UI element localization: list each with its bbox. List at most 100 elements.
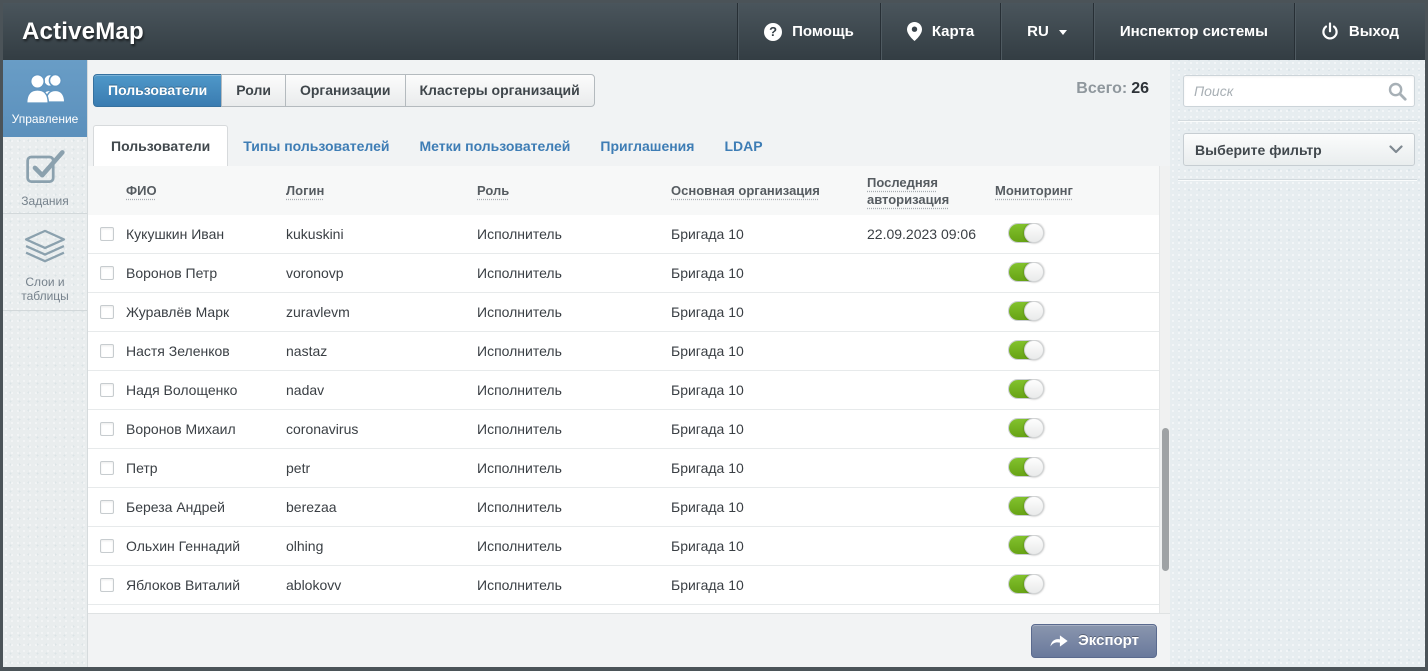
table-row[interactable]: Ольхин Геннадий olhing Исполнитель Брига… [88,527,1170,566]
table-row[interactable]: Журавлёв Марк zuravlevm Исполнитель Бриг… [88,293,1170,332]
subtab-ldap[interactable]: LDAP [709,125,777,166]
row-checkbox[interactable] [100,227,114,241]
power-icon [1321,22,1339,41]
monitoring-toggle[interactable] [1008,418,1044,438]
table-row[interactable]: Береза Андрей berezaa Исполнитель Бригад… [88,488,1170,527]
table-row[interactable]: Настя Зеленков nastaz Исполнитель Бригад… [88,332,1170,371]
cell-login: ablokovv [286,577,477,593]
cell-login: nadav [286,382,477,398]
column-header-role[interactable]: Роль [477,183,509,198]
table-row[interactable]: Надя Волощенко nadav Исполнитель Бригада… [88,371,1170,410]
subtab-user-types[interactable]: Типы пользователей [228,125,404,166]
cell-fio: Ольхин Геннадий [126,538,286,554]
system-inspector-label: Инспектор системы [1120,23,1268,40]
tab-users[interactable]: Пользователи [93,74,222,107]
tab-organization-clusters[interactable]: Кластеры организаций [405,74,595,107]
map-menu-item[interactable]: Карта [880,3,1000,60]
monitoring-toggle[interactable] [1008,457,1044,477]
row-checkbox[interactable] [100,461,114,475]
cell-last-auth: 22.09.2023 09:06 [867,226,995,242]
cell-login: berezaa [286,499,477,515]
total-label: Всего: [1076,80,1127,97]
subtab-users[interactable]: Пользователи [93,125,228,166]
monitoring-toggle[interactable] [1008,496,1044,516]
system-inspector-menu-item[interactable]: Инспектор системы [1093,3,1294,60]
subtab-invitations[interactable]: Приглашения [585,125,709,166]
total-value: 26 [1131,80,1149,97]
column-header-last-auth[interactable]: Последняя авторизация [867,174,981,208]
cell-login: petr [286,460,477,476]
sidebar-item-management[interactable]: Управление [3,60,87,137]
row-checkbox[interactable] [100,500,114,514]
cell-login: kukuskini [286,226,477,242]
cell-org: Бригада 10 [671,421,867,437]
toggle-knob [1024,574,1044,594]
cell-org: Бригада 10 [671,226,867,242]
monitoring-toggle[interactable] [1008,223,1044,243]
tab-organizations[interactable]: Организации [285,74,406,107]
cell-org: Бригада 10 [671,343,867,359]
help-icon: ? [764,23,782,41]
table-row[interactable]: Кукушкин Иван kukuskini Исполнитель Бриг… [88,215,1170,254]
filter-select-label: Выберите фильтр [1195,142,1322,158]
filter-select[interactable]: Выберите фильтр [1183,133,1415,166]
row-checkbox[interactable] [100,578,114,592]
app-window: ActiveMap ? Помощь Карта RU Инс [0,0,1428,671]
subtab-user-labels[interactable]: Метки пользователей [404,125,585,166]
cell-monitoring [995,379,1170,402]
tasks-check-icon [24,148,66,189]
column-header-login[interactable]: Логин [286,183,324,198]
sub-tabs: Пользователи Типы пользователей Метки по… [88,125,1170,166]
help-menu-item[interactable]: ? Помощь [737,3,880,60]
cell-org: Бригада 10 [671,460,867,476]
cell-fio: Журавлёв Марк [126,304,286,320]
table-scrollbar-track[interactable] [1159,166,1170,613]
cell-org: Бригада 10 [671,382,867,398]
sidebar-item-layers[interactable]: Слои и таблицы [3,214,87,311]
toggle-knob [1024,418,1044,438]
table-row[interactable]: Воронов Петр voronovp Исполнитель Бригад… [88,254,1170,293]
row-checkbox[interactable] [100,539,114,553]
monitoring-toggle[interactable] [1008,262,1044,282]
sidebar-item-label: Слои и таблицы [21,275,69,303]
table-scrollbar-thumb[interactable] [1162,428,1169,571]
sidebar: Управление Задания [3,60,88,667]
row-checkbox[interactable] [100,422,114,436]
column-header-fio[interactable]: ФИО [126,183,157,198]
sidebar-item-tasks[interactable]: Задания [3,137,87,214]
logout-label: Выход [1349,23,1399,40]
export-button[interactable]: Экспорт [1031,624,1157,658]
main-tabs: Пользователи Роли Организации Кластеры о… [93,74,595,107]
column-header-monitoring[interactable]: Мониторинг [995,183,1073,198]
monitoring-toggle[interactable] [1008,379,1044,399]
cell-monitoring [995,418,1170,441]
monitoring-toggle[interactable] [1008,574,1044,594]
row-checkbox[interactable] [100,305,114,319]
cell-role: Исполнитель [477,421,671,437]
users-icon [24,72,66,108]
monitoring-toggle[interactable] [1008,535,1044,555]
table-row[interactable]: Воронов Михаил coronavirus Исполнитель Б… [88,410,1170,449]
table-row[interactable]: Петр petr Исполнитель Бригада 10 [88,449,1170,488]
search-input[interactable] [1183,75,1415,107]
logout-menu-item[interactable]: Выход [1294,3,1425,60]
language-menu-item[interactable]: RU [1000,3,1093,60]
tab-roles[interactable]: Роли [221,74,286,107]
cell-monitoring [995,457,1170,480]
row-checkbox[interactable] [100,266,114,280]
toolbar: Пользователи Роли Организации Кластеры о… [88,60,1170,125]
cell-role: Исполнитель [477,343,671,359]
row-checkbox[interactable] [100,344,114,358]
monitoring-toggle[interactable] [1008,340,1044,360]
total-count: Всего:26 [1076,80,1149,98]
table-row[interactable]: Яблоков Виталий ablokovv Исполнитель Бри… [88,566,1170,605]
row-checkbox[interactable] [100,383,114,397]
toggle-knob [1024,535,1044,555]
toggle-knob [1024,262,1044,282]
monitoring-toggle[interactable] [1008,301,1044,321]
column-header-org[interactable]: Основная организация [671,183,820,198]
search-icon [1388,82,1407,106]
map-pin-icon [907,22,922,41]
cell-fio: Береза Андрей [126,499,286,515]
cell-role: Исполнитель [477,226,671,242]
